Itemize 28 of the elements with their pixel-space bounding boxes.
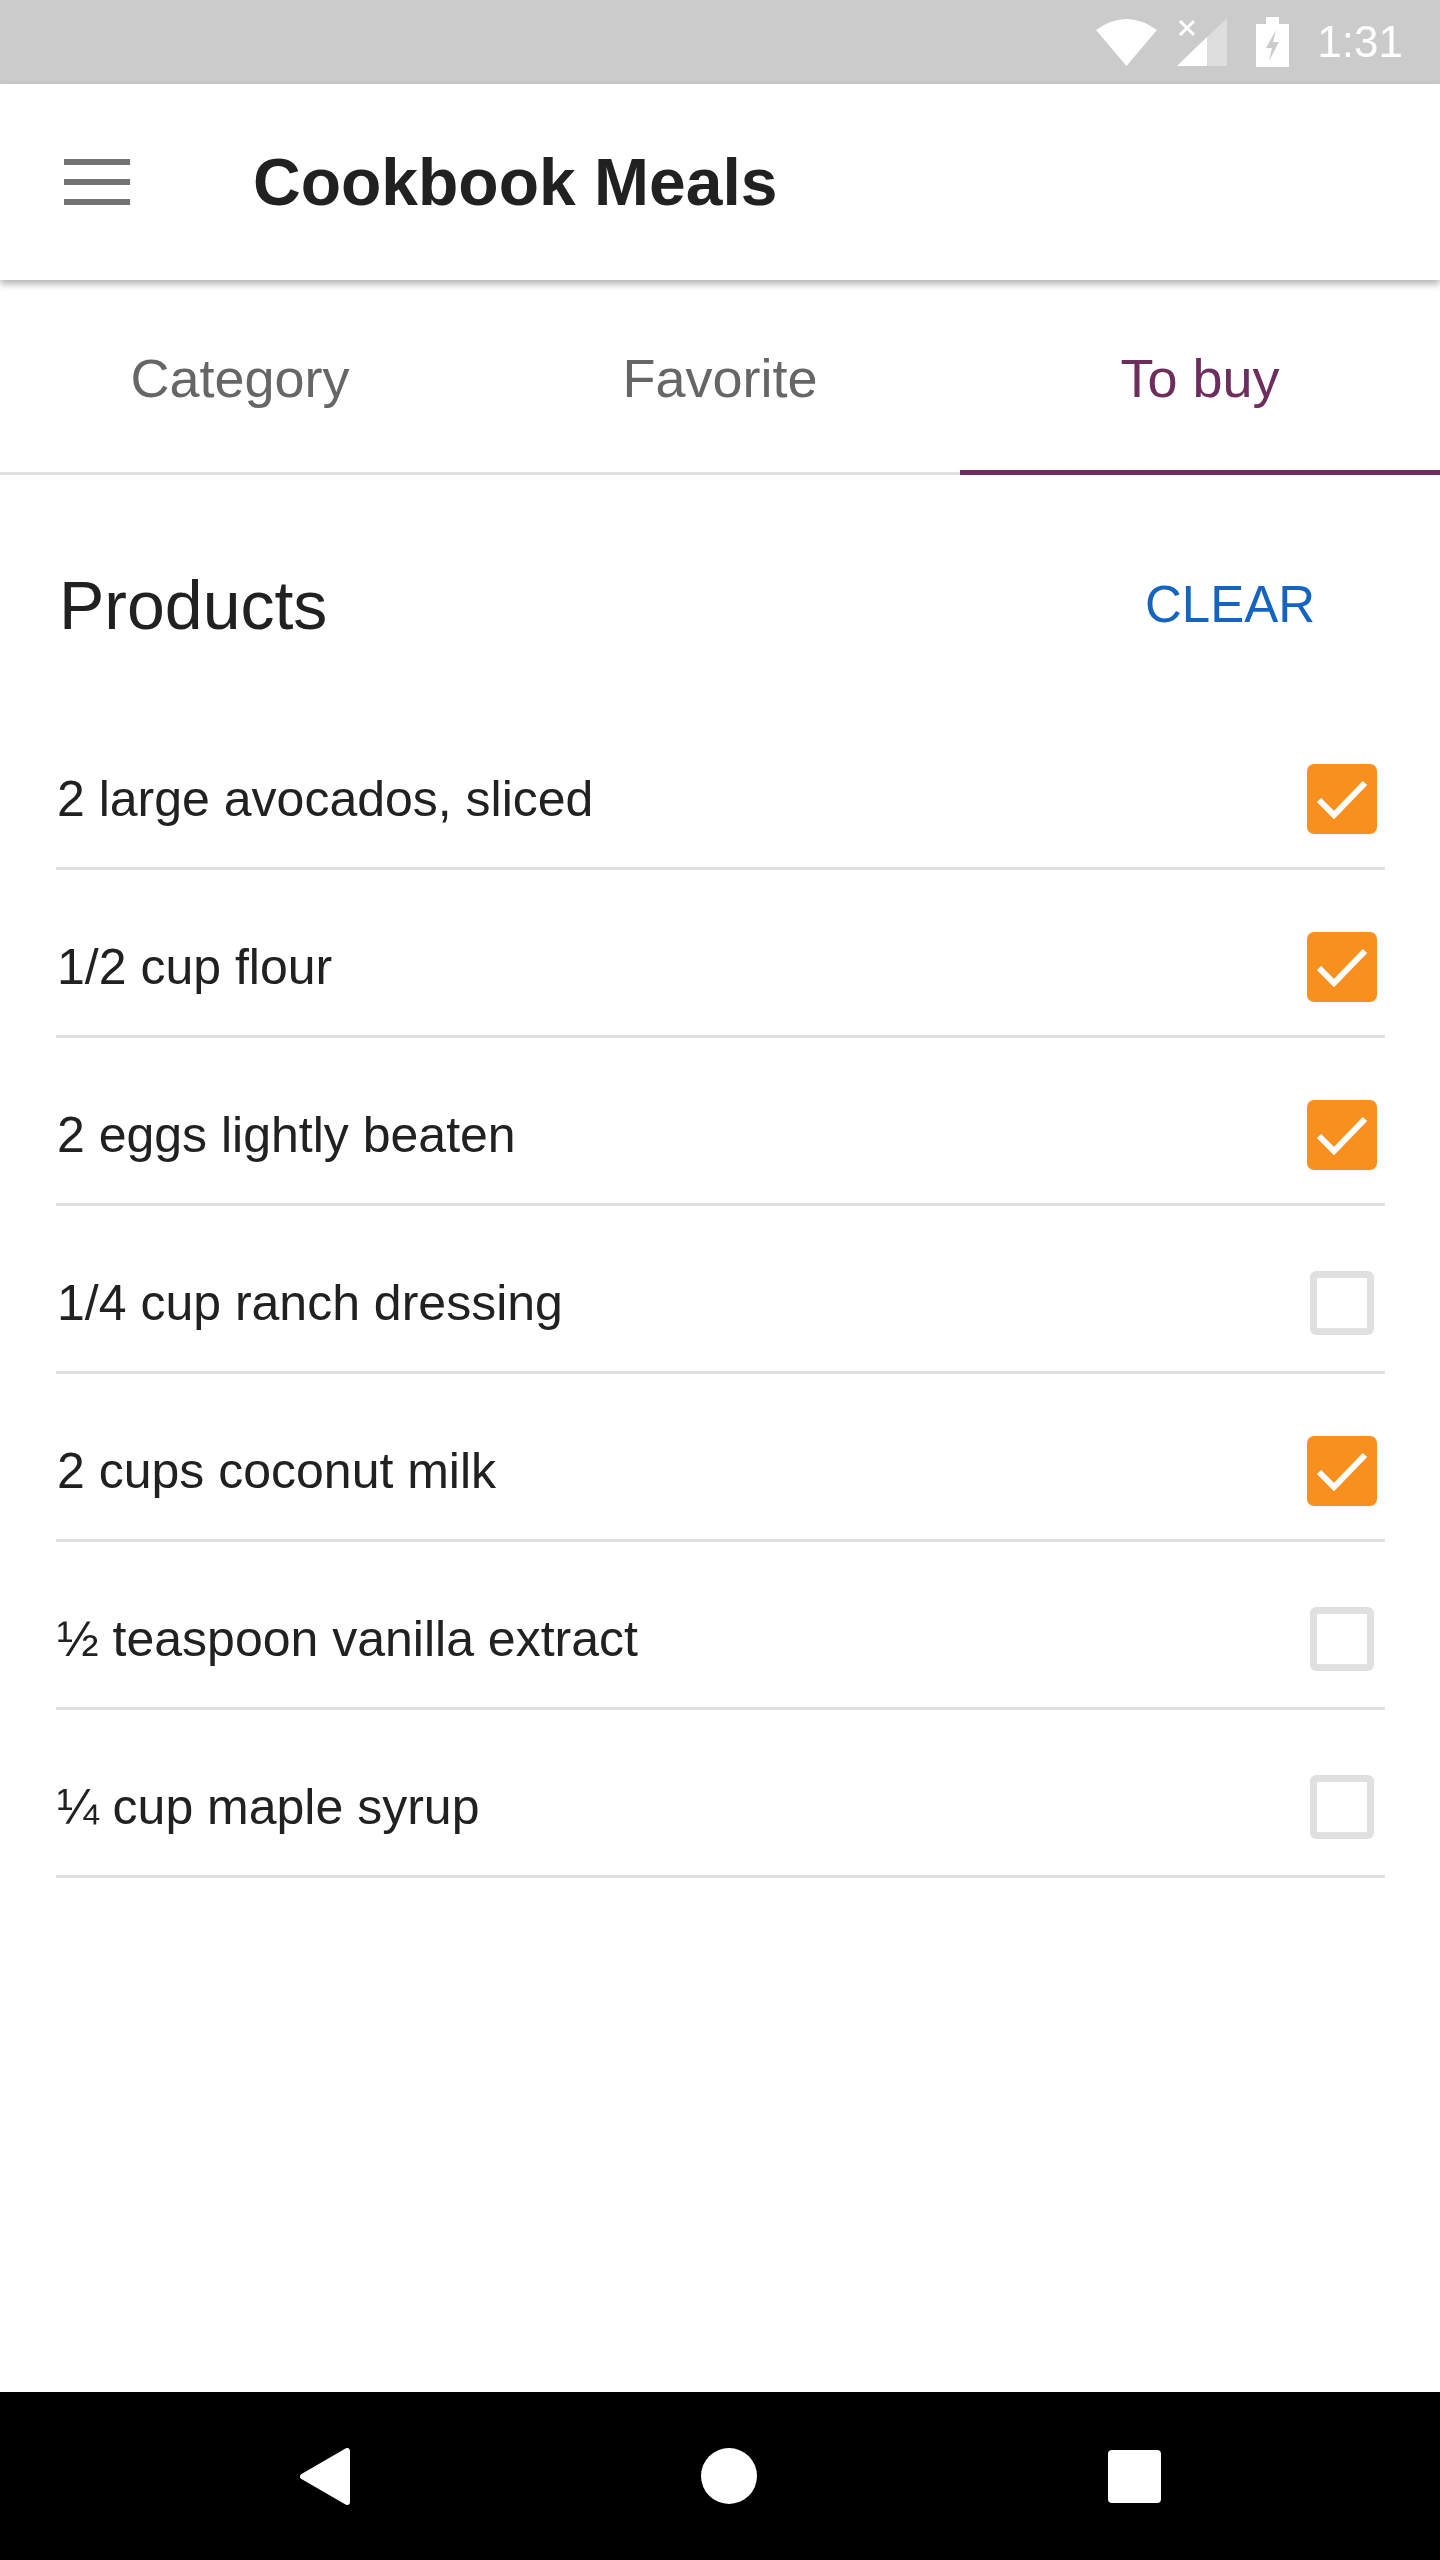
product-name: 2 cups coconut milk	[57, 1441, 497, 1501]
home-icon[interactable]	[700, 2448, 757, 2504]
product-name: ½ teaspoon vanilla extract	[57, 1609, 638, 1669]
back-icon[interactable]	[299, 2447, 350, 2505]
product-name: 2 large avocados, sliced	[57, 769, 594, 829]
checkbox[interactable]	[1307, 931, 1377, 1002]
checkbox[interactable]	[1310, 1606, 1374, 1671]
app-title: Cookbook Meals	[253, 145, 778, 219]
clear-button[interactable]: CLEAR	[1144, 574, 1315, 636]
checkbox[interactable]	[1307, 763, 1377, 834]
section-title: Products	[59, 567, 328, 643]
menu-icon[interactable]	[64, 159, 130, 205]
checkmark-icon	[1316, 778, 1368, 819]
signal-icon	[1177, 18, 1228, 66]
wifi-icon	[1096, 18, 1158, 66]
checkmark-icon	[1316, 1450, 1368, 1491]
checkmark-icon	[1316, 1114, 1368, 1155]
checkbox[interactable]	[1307, 1435, 1377, 1506]
checkbox[interactable]	[1310, 1270, 1374, 1335]
product-name: ¼ cup maple syrup	[57, 1777, 480, 1837]
checkbox[interactable]	[1310, 1774, 1374, 1839]
checkmark-icon	[1316, 946, 1368, 987]
recents-icon[interactable]	[1107, 2449, 1161, 2503]
checkbox[interactable]	[1307, 1099, 1377, 1170]
product-name: 1/4 cup ranch dressing	[57, 1273, 563, 1333]
battery-charging-icon	[1256, 17, 1290, 67]
product-name: 1/2 cup flour	[57, 937, 333, 997]
product-name: 2 eggs lightly beaten	[57, 1105, 516, 1165]
